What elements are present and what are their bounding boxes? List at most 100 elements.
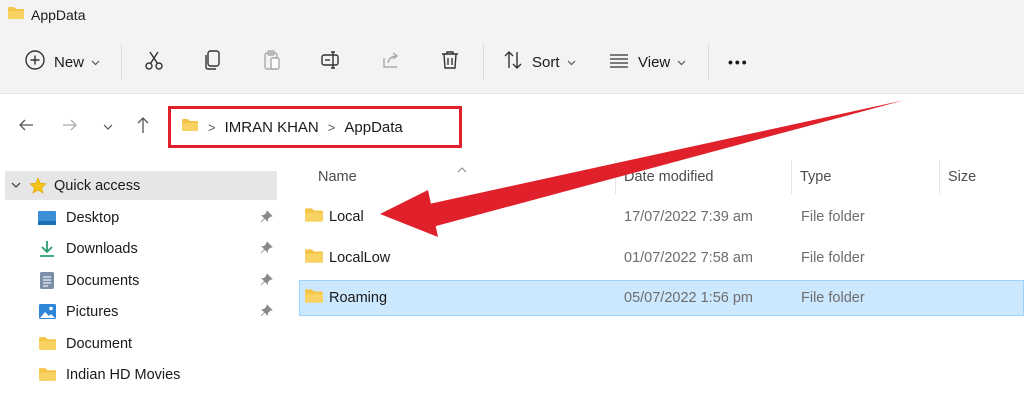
share-icon: [380, 49, 402, 76]
star-icon: [27, 176, 49, 195]
file-row-roaming[interactable]: Roaming 05/07/2022 1:56 pm File folder: [299, 280, 1024, 316]
folder-icon: [36, 336, 58, 351]
column-header-date-modified[interactable]: Date modified: [624, 160, 713, 194]
sidebar-item-label: Quick access: [54, 177, 141, 194]
toolbar-divider: [483, 44, 484, 80]
command-bar: New Sort View •••: [0, 30, 1024, 94]
new-button[interactable]: New: [24, 30, 100, 94]
column-header-size[interactable]: Size: [948, 160, 976, 194]
sidebar-item-label: Document: [66, 335, 133, 352]
arrow-up-icon: [136, 116, 150, 139]
forward-button[interactable]: [56, 95, 84, 159]
sidebar-item-indian-hd-movies[interactable]: Indian HD Movies: [36, 360, 277, 389]
sort-icon: [502, 49, 524, 76]
column-divider[interactable]: [939, 160, 940, 194]
file-row-local[interactable]: Local 17/07/2022 7:39 am File folder: [299, 199, 1024, 235]
sort-label: Sort: [532, 53, 560, 71]
chevron-down-icon: [567, 53, 576, 71]
up-button[interactable]: [129, 95, 157, 159]
recent-locations-button[interactable]: [94, 95, 122, 159]
breadcrumb-separator-icon: >: [208, 119, 216, 135]
view-button[interactable]: View: [608, 30, 686, 94]
navigation-bar: > IMRAN KHAN > AppData: [0, 95, 1024, 159]
sidebar-item-pictures[interactable]: Pictures: [36, 297, 277, 326]
sidebar-item-document[interactable]: Document: [36, 329, 277, 358]
sidebar-item-downloads[interactable]: Downloads: [36, 234, 277, 263]
rename-button[interactable]: [320, 30, 342, 94]
sort-button[interactable]: Sort: [502, 30, 576, 94]
file-date: 05/07/2022 1:56 pm: [624, 290, 753, 306]
file-name-cell: Local: [304, 199, 364, 235]
address-bar[interactable]: > IMRAN KHAN > AppData: [168, 106, 462, 148]
documents-icon: [36, 271, 58, 290]
folder-icon: [181, 118, 199, 137]
breadcrumb-appdata[interactable]: AppData: [344, 119, 402, 136]
back-button[interactable]: [12, 95, 40, 159]
breadcrumb-imran-khan[interactable]: IMRAN KHAN: [225, 119, 319, 136]
delete-button[interactable]: [439, 30, 461, 94]
add-circle-icon: [24, 49, 46, 76]
sidebar-item-label: Pictures: [66, 303, 119, 320]
share-button[interactable]: [380, 30, 402, 94]
file-date: 17/07/2022 7:39 am: [624, 209, 753, 225]
pin-icon: [260, 241, 273, 259]
file-date: 01/07/2022 7:58 am: [624, 250, 753, 266]
scissors-icon: [143, 49, 165, 76]
pin-icon: [260, 273, 273, 291]
chevron-down-icon: [677, 53, 686, 71]
arrow-left-icon: [18, 118, 34, 137]
more-options-icon: •••: [728, 54, 749, 70]
more-button[interactable]: •••: [728, 30, 749, 94]
folder-icon: [304, 288, 324, 308]
column-header-name[interactable]: Name: [318, 160, 357, 194]
file-name: Local: [329, 209, 364, 225]
folder-icon: [36, 367, 58, 382]
chevron-down-icon: [103, 118, 113, 136]
sidebar-item-quick-access[interactable]: Quick access: [5, 171, 277, 200]
sidebar-item-documents[interactable]: Documents: [36, 266, 277, 295]
breadcrumb-separator-icon: >: [327, 119, 336, 135]
toolbar-divider: [121, 44, 122, 80]
file-name-cell: Roaming: [304, 280, 387, 316]
sidebar-item-label: Documents: [66, 272, 140, 289]
title-bar: AppData: [0, 0, 1024, 30]
copy-icon: [202, 49, 224, 76]
column-divider[interactable]: [615, 160, 616, 194]
sidebar-item-desktop[interactable]: Desktop: [36, 203, 277, 232]
cut-button[interactable]: [143, 30, 165, 94]
sidebar-item-label: Downloads: [66, 240, 138, 257]
chevron-down-icon: [91, 53, 100, 71]
view-label: View: [638, 53, 671, 71]
sidebar-item-label: Desktop: [66, 209, 120, 226]
folder-icon: [7, 6, 25, 25]
pin-icon: [260, 210, 273, 228]
sidebar-item-label: Indian HD Movies: [66, 366, 181, 383]
desktop-icon: [36, 210, 58, 226]
folder-icon: [304, 207, 324, 227]
column-divider[interactable]: [791, 160, 792, 194]
toolbar-divider: [708, 44, 709, 80]
file-name-cell: LocalLow: [304, 240, 390, 276]
file-name: Roaming: [329, 290, 388, 306]
pin-icon: [260, 304, 273, 322]
new-label: New: [54, 53, 85, 71]
column-header-type[interactable]: Type: [800, 160, 831, 194]
navigation-pane: Quick access Desktop Downloads Documents: [0, 160, 280, 394]
paste-icon: [261, 49, 283, 76]
folder-icon: [304, 248, 324, 268]
arrow-right-icon: [62, 118, 78, 137]
file-type: File folder: [801, 250, 865, 266]
window-title: AppData: [31, 7, 86, 23]
file-type: File folder: [801, 209, 865, 225]
file-row-locallow[interactable]: LocalLow 01/07/2022 7:58 am File folder: [299, 240, 1024, 276]
trash-icon: [439, 49, 461, 76]
paste-button[interactable]: [261, 30, 283, 94]
file-name: LocalLow: [329, 250, 391, 266]
copy-button[interactable]: [202, 30, 224, 94]
sort-ascending-icon: [457, 160, 467, 178]
chevron-down-icon: [9, 182, 23, 189]
file-type: File folder: [801, 290, 865, 306]
download-icon: [36, 240, 58, 258]
file-list: Name Date modified Type Size Local 17/07…: [299, 160, 1024, 394]
pictures-icon: [36, 303, 58, 320]
